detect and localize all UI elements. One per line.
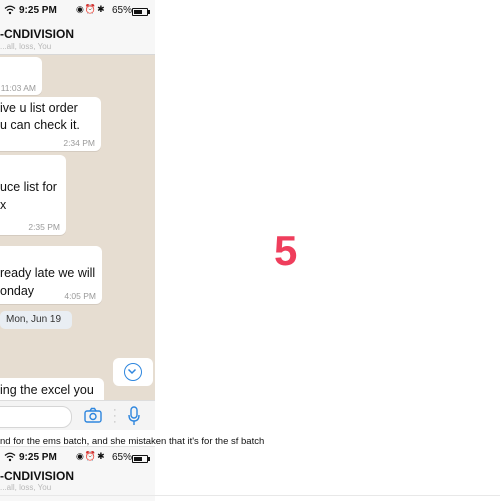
bluetooth-icon: ✱ [97, 451, 106, 461]
message-time: 2:34 PM [63, 138, 95, 148]
message-bubble[interactable]: ready late we will onday 4:05 PM [0, 246, 102, 304]
lock-rotation-icon: ◉ [76, 451, 85, 461]
message-line: ing the excel you [0, 383, 94, 397]
wifi-icon [4, 5, 16, 18]
chat-participants: ...all, loss, You [0, 42, 52, 51]
scroll-to-bottom-button[interactable] [113, 358, 153, 386]
microphone-icon[interactable] [127, 406, 141, 430]
lock-rotation-icon: ◉ [76, 4, 85, 14]
more-icon[interactable]: · · · [113, 405, 117, 428]
battery-icon [132, 8, 150, 16]
wifi-icon [4, 452, 16, 465]
alarm-icon: ⏰ [84, 451, 98, 461]
status-time: 9:25 PM [19, 5, 57, 16]
divider [0, 495, 500, 496]
message-input[interactable] [0, 406, 72, 428]
camera-icon[interactable] [84, 407, 102, 428]
chat-screenshot-secondary: 9:25 PM ◉⏰✱ 65% -CNDIVISION ...all, loss… [0, 446, 155, 501]
battery-icon [132, 455, 150, 463]
message-bubble[interactable]: ive u list order u can check it. 2:34 PM [0, 97, 101, 151]
status-time: 9:25 PM [19, 452, 57, 463]
message-line: ready late we will [0, 266, 96, 280]
status-bar: 9:25 PM ◉⏰✱ 65% [0, 0, 155, 22]
message-line: x [0, 198, 7, 212]
date-divider: Mon, Jun 19 [0, 311, 72, 329]
slide-number: 5 [274, 227, 298, 274]
chat-header[interactable]: -CNDIVISION ...all, loss, You [0, 22, 155, 55]
status-icons: ◉⏰✱ [76, 4, 106, 15]
status-bar: 9:25 PM ◉⏰✱ 65% [0, 447, 155, 469]
message-bubble[interactable]: 11:03 AM [0, 57, 42, 95]
message-time: 2:35 PM [28, 222, 60, 232]
chat-screenshot: 9:25 PM ◉⏰✱ 65% -CNDIVISION ...all, loss… [0, 0, 155, 430]
message-line: onday [0, 284, 35, 298]
alarm-icon: ⏰ [84, 4, 98, 14]
message-line: uce list for [0, 180, 57, 194]
chat-participants: ...all, loss, You [0, 483, 52, 492]
chat-title: -CNDIVISION [0, 27, 75, 41]
message-composer: · · · [0, 400, 155, 430]
status-icons: ◉⏰✱ [76, 451, 106, 462]
chevron-down-icon [124, 363, 142, 381]
battery-percent: 65% [112, 452, 133, 463]
message-bubble[interactable]: uce list for x 2:35 PM [0, 155, 66, 235]
message-time: 4:05 PM [64, 291, 96, 301]
message-line: ive u list order [0, 101, 78, 115]
bluetooth-icon: ✱ [97, 4, 106, 14]
battery-percent: 65% [112, 5, 133, 16]
message-line: u can check it. [0, 118, 80, 132]
chat-title: -CNDIVISION [0, 469, 75, 483]
message-time: 11:03 AM [0, 83, 36, 93]
